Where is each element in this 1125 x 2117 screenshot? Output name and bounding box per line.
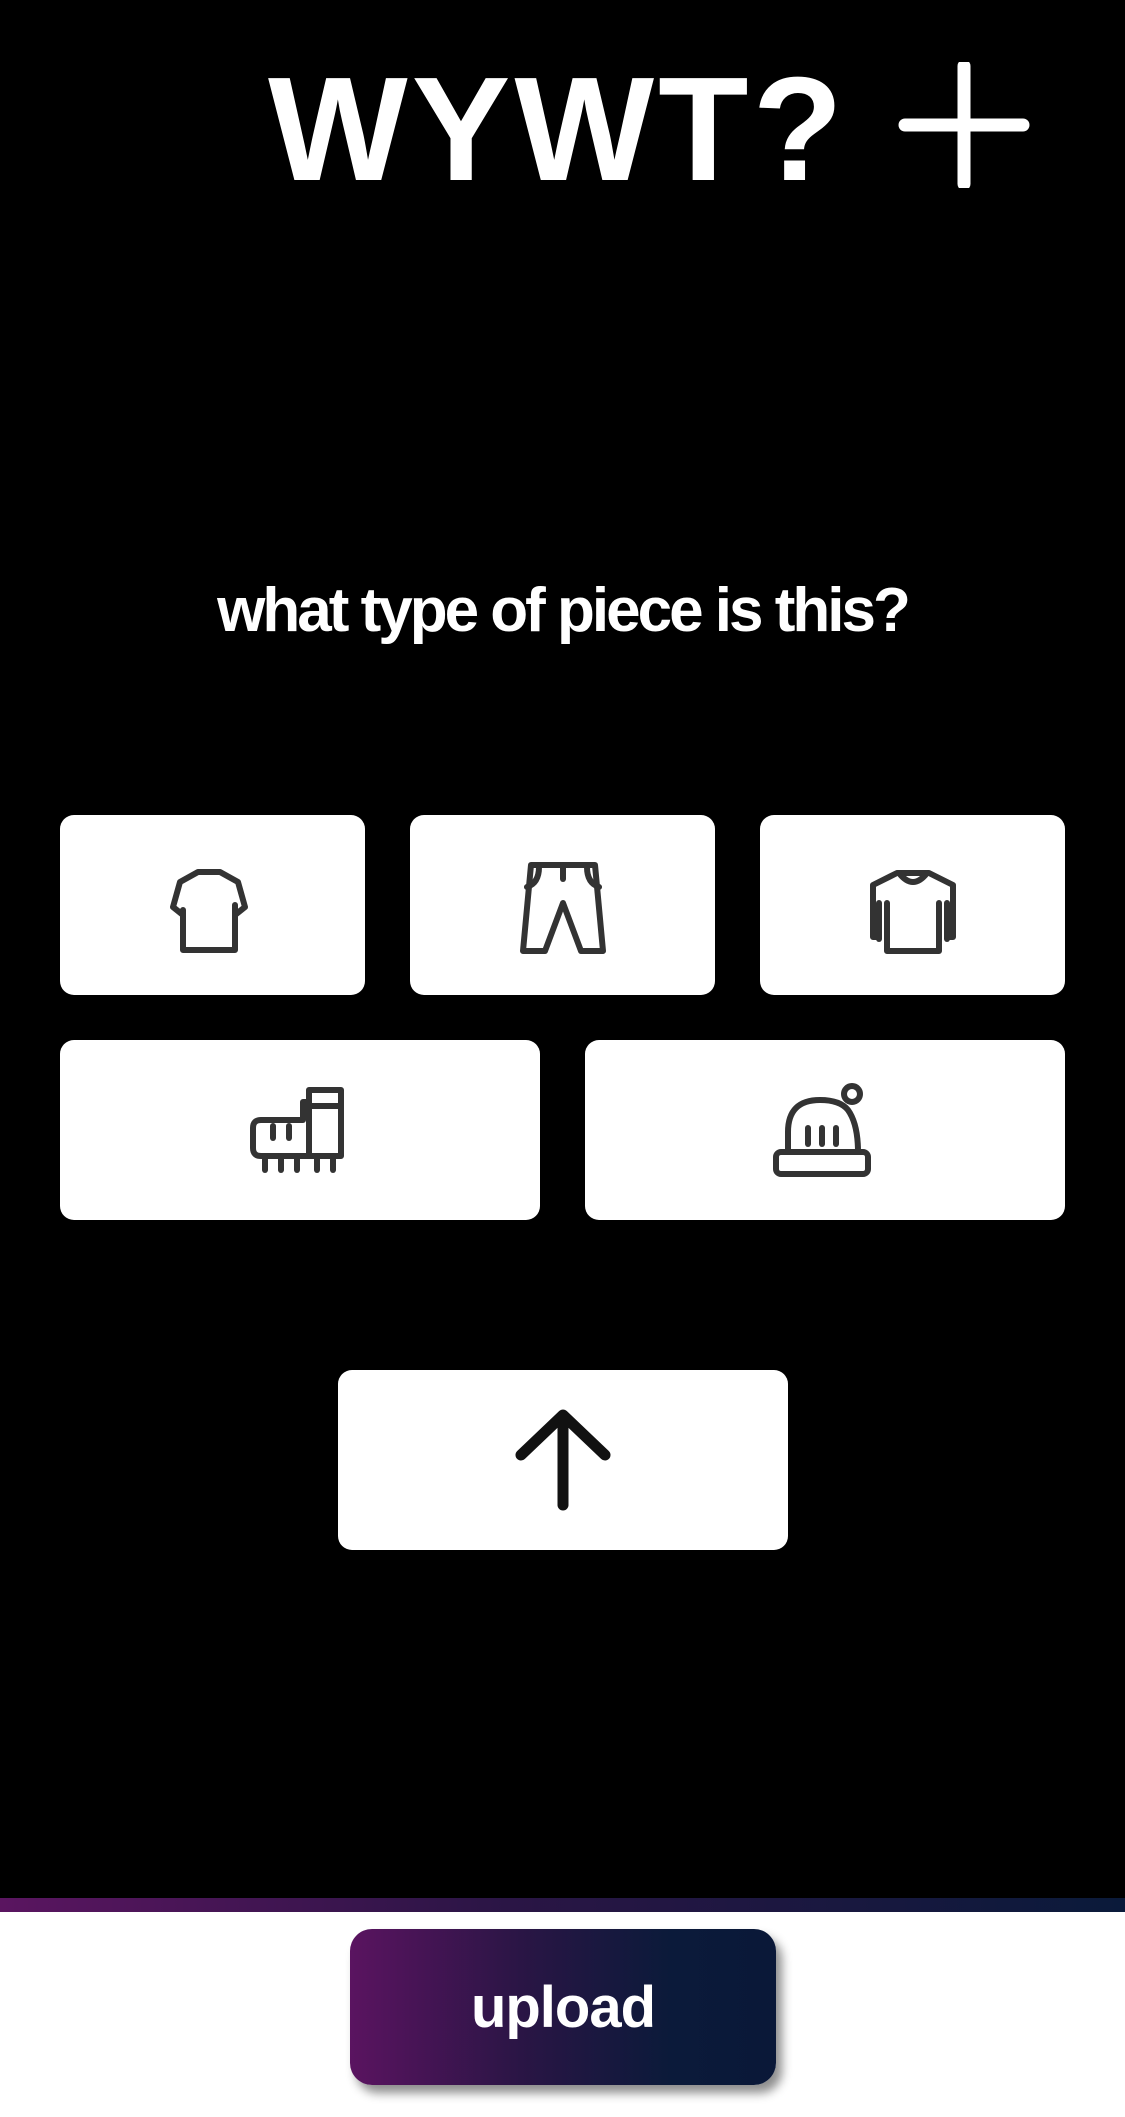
piece-type-footwear-button[interactable] <box>60 1040 540 1220</box>
piece-type-long-sleeve-button[interactable] <box>760 815 1065 995</box>
shoe-icon <box>250 1087 344 1173</box>
piece-type-question: what type of piece is this? <box>217 576 911 645</box>
select-photo-button[interactable] <box>338 1370 788 1550</box>
piece-type-top-button[interactable] <box>60 815 365 995</box>
add-button[interactable] <box>898 59 1030 191</box>
app-title: WYWT? <box>268 47 847 212</box>
gradient-divider <box>0 1898 1125 1912</box>
long-sleeve-shirt-icon <box>869 870 956 954</box>
arrow-up-icon <box>515 1409 611 1511</box>
beanie-icon <box>773 1083 871 1177</box>
pants-icon <box>519 862 606 954</box>
plus-icon <box>898 59 1030 191</box>
piece-type-headwear-button[interactable] <box>585 1040 1065 1220</box>
tshirt-icon <box>169 869 248 953</box>
upload-button[interactable]: upload <box>350 1929 776 2085</box>
piece-type-pants-button[interactable] <box>410 815 715 995</box>
